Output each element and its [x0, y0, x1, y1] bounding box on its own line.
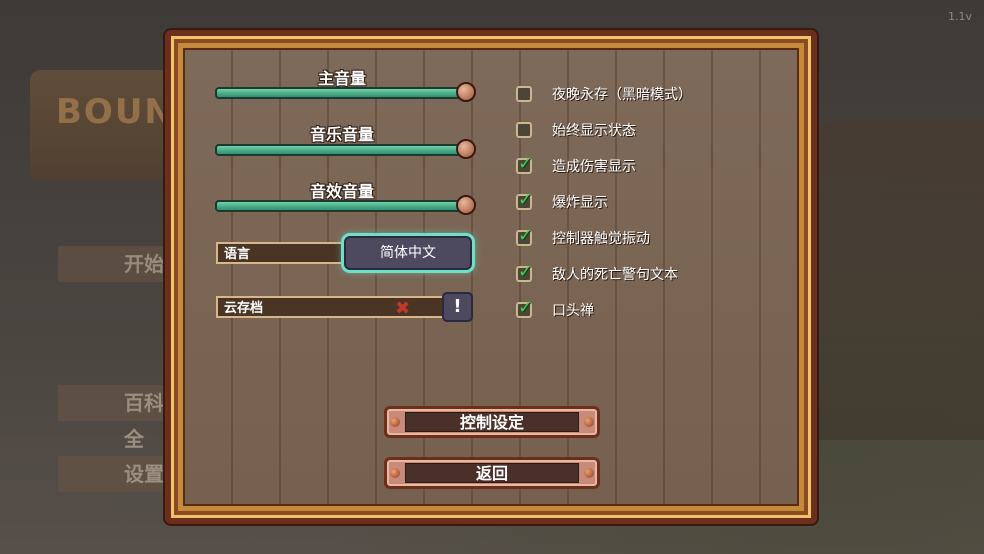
error-x-icon: ✖: [395, 298, 411, 319]
bg-menu-start: 开始: [58, 246, 178, 282]
bg-menu-encyclopedia: 百科全: [58, 385, 178, 451]
controls-settings-label: 控制设定: [405, 412, 579, 432]
game-logo-text: BOUN: [56, 92, 175, 132]
master-volume-knob[interactable]: [456, 82, 476, 102]
option-label: 造成伤害显示: [552, 159, 636, 175]
sfx-volume-label: 音效音量: [309, 182, 374, 201]
option-label: 爆炸显示: [552, 195, 608, 211]
background-tree: [804, 120, 984, 440]
sfx-volume-slider[interactable]: [215, 200, 469, 212]
music-volume-label: 音乐音量: [309, 125, 374, 144]
music-volume-knob[interactable]: [456, 139, 476, 159]
checkbox-checked-icon[interactable]: [516, 225, 533, 246]
option-label: 夜晚永存（黑暗模式）: [552, 87, 692, 103]
stud-icon: [584, 417, 594, 427]
master-volume-label: 主音量: [317, 69, 366, 88]
checkbox-checked-icon[interactable]: [516, 297, 533, 318]
option-label: 始终显示状态: [552, 123, 636, 139]
stud-icon: [390, 468, 400, 478]
cloud-save-info-button[interactable]: !: [442, 292, 473, 322]
stud-icon: [390, 417, 400, 427]
controls-settings-button[interactable]: 控制设定: [384, 406, 600, 438]
version-label: 1.1v: [947, 10, 972, 23]
option-label: 控制器触觉振动: [552, 231, 650, 247]
option-label: 敌人的死亡警句文本: [552, 267, 678, 283]
checkbox-checked-icon[interactable]: [516, 261, 533, 282]
language-select-button[interactable]: 简体中文: [344, 236, 472, 270]
bg-menu-settings: 设置: [58, 456, 178, 492]
checkbox-unchecked-icon[interactable]: [516, 122, 532, 138]
language-label: 语言: [216, 242, 348, 264]
settings-panel: [165, 30, 817, 524]
master-volume-slider[interactable]: [215, 87, 469, 99]
back-button[interactable]: 返回: [384, 457, 600, 489]
checkbox-checked-icon[interactable]: [516, 189, 533, 210]
stud-icon: [584, 468, 594, 478]
checkbox-unchecked-icon[interactable]: [516, 86, 532, 102]
music-volume-slider[interactable]: [215, 144, 469, 156]
checkbox-checked-icon[interactable]: [516, 153, 533, 174]
sfx-volume-knob[interactable]: [456, 195, 476, 215]
option-label: 口头禅: [552, 303, 594, 319]
back-label: 返回: [405, 463, 579, 483]
